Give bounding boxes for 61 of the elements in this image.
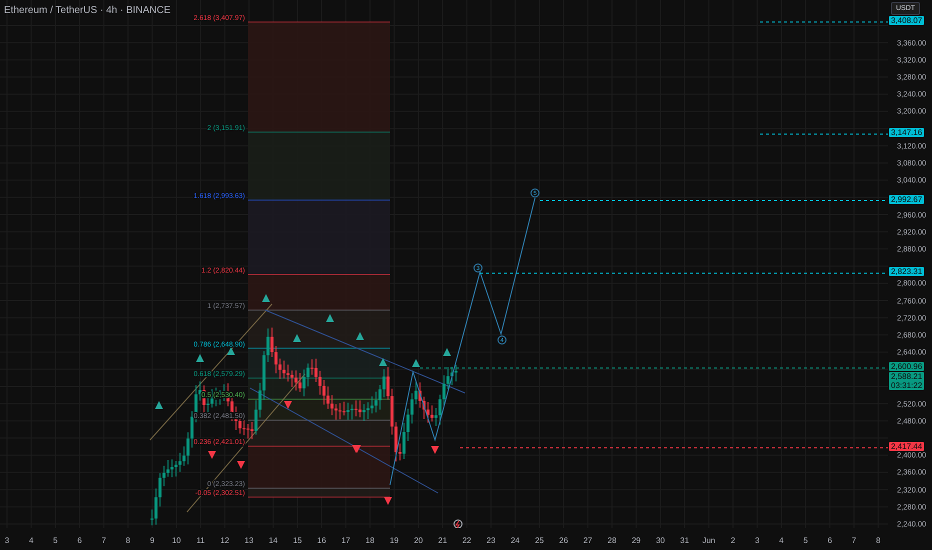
- date-label: 7: [102, 536, 106, 545]
- date-label: Jun: [702, 536, 716, 545]
- up-triangle-icon: [326, 314, 334, 322]
- date-label: 4: [779, 536, 784, 545]
- date-label: 20: [414, 536, 423, 545]
- date-label: 17: [341, 536, 350, 545]
- date-label: 10: [172, 536, 181, 545]
- price-tag: 2,992.67: [889, 194, 924, 204]
- up-triangle-icon: [227, 347, 235, 355]
- down-triangle-icon: [237, 461, 245, 469]
- date-label: 4: [28, 536, 34, 545]
- lightning-icon: [454, 520, 462, 528]
- date-label: 3: [754, 536, 760, 545]
- down-triangle-icon: [284, 401, 292, 409]
- date-label: 5: [53, 536, 58, 545]
- price-tag: 3,147.16: [889, 128, 924, 138]
- up-triangle-icon: [379, 358, 387, 366]
- date-label: 9: [150, 536, 154, 545]
- date-label: 29: [632, 536, 641, 545]
- date-label: 23: [486, 536, 496, 545]
- date-label: 26: [559, 536, 568, 545]
- down-triangle-icon: [208, 451, 216, 459]
- date-label: 31: [680, 536, 690, 545]
- date-label: 5: [803, 536, 808, 545]
- date-label: 19: [390, 536, 399, 545]
- price-tag: 2,588.21 03:31:22: [889, 372, 924, 390]
- down-triangle-icon: [384, 497, 392, 505]
- date-label: 16: [317, 536, 326, 545]
- date-label: 28: [608, 536, 616, 545]
- date-label: 6: [77, 536, 82, 545]
- date-label: 12: [220, 536, 230, 545]
- date-label: 27: [583, 536, 592, 545]
- up-triangle-icon: [412, 359, 420, 367]
- up-triangle-icon: [262, 294, 270, 302]
- date-label: 7: [852, 536, 856, 545]
- date-label: 22: [462, 536, 472, 545]
- date-label: 6: [828, 536, 832, 545]
- price-tag: 2,600.96: [889, 362, 924, 371]
- date-label: 21: [438, 536, 448, 545]
- down-triangle-icon: [431, 446, 439, 454]
- date-label: 8: [876, 536, 880, 545]
- date-label: 14: [268, 536, 278, 545]
- date-label: 18: [366, 536, 374, 545]
- chart-title: Ethereum / TetherUS · 4h · BINANCE: [4, 5, 171, 16]
- up-triangle-icon: [293, 334, 301, 342]
- up-triangle-icon: [196, 354, 204, 362]
- date-label: 30: [656, 536, 665, 545]
- price-tag: 2,823.31: [889, 267, 924, 276]
- price-tag: 2,417.44: [889, 442, 924, 451]
- price-tag: 3,408.07: [889, 16, 924, 25]
- date-label: 11: [196, 536, 205, 545]
- up-triangle-icon: [443, 348, 451, 356]
- date-label: 15: [292, 536, 302, 545]
- date-label: 24: [510, 536, 520, 545]
- up-triangle-icon: [155, 401, 163, 409]
- up-triangle-icon: [356, 332, 364, 340]
- date-label: 25: [534, 536, 544, 545]
- date-label: 8: [126, 536, 130, 545]
- date-label: 2: [730, 536, 736, 545]
- date-label: 3: [4, 536, 10, 545]
- date-label: 13: [244, 536, 254, 545]
